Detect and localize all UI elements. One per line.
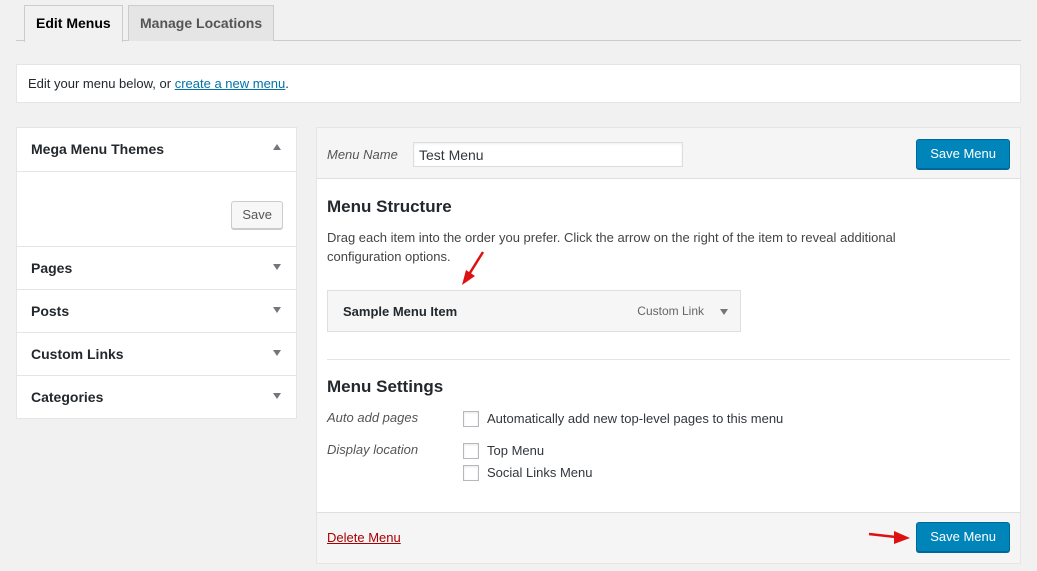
menu-name-label: Menu Name bbox=[327, 147, 398, 162]
chevron-down-icon bbox=[273, 393, 281, 399]
display-location-label: Display location bbox=[327, 442, 419, 457]
accordion-categories[interactable]: Categories bbox=[17, 375, 296, 418]
red-arrow-annotation bbox=[462, 251, 485, 285]
chevron-down-icon bbox=[273, 350, 281, 356]
accordion-label: Mega Menu Themes bbox=[31, 141, 165, 157]
notice-suffix: . bbox=[285, 76, 289, 91]
accordion-pages[interactable]: Pages bbox=[17, 246, 296, 289]
top-menu-checkbox[interactable] bbox=[463, 443, 479, 459]
red-arrow-annotation bbox=[868, 531, 910, 544]
accordion-custom-links[interactable]: Custom Links bbox=[17, 332, 296, 375]
top-menu-text: Top Menu bbox=[487, 443, 545, 458]
menu-management: Menu Name Save Menu Menu Structure Drag … bbox=[316, 127, 1021, 564]
chevron-up-icon bbox=[273, 144, 281, 150]
manage-menus-notice: Edit your menu below, or create a new me… bbox=[16, 64, 1021, 103]
accordion-label: Custom Links bbox=[31, 346, 124, 362]
create-new-menu-link[interactable]: create a new menu bbox=[175, 76, 286, 91]
menu-footer: Delete Menu bbox=[317, 512, 1020, 563]
menu-structure-help: Drag each item into the order you prefer… bbox=[327, 230, 896, 264]
chevron-down-icon bbox=[273, 264, 281, 270]
auto-add-pages-label: Auto add pages bbox=[327, 410, 419, 425]
nav-tab-wrapper: Edit Menus Manage Locations bbox=[16, 5, 1021, 42]
social-links-menu-text: Social Links Menu bbox=[487, 465, 593, 480]
mega-menu-themes-save-button[interactable]: Save bbox=[231, 201, 283, 229]
chevron-down-icon[interactable] bbox=[720, 309, 728, 315]
add-menu-items-sidebar: Mega Menu Themes Save Pages Posts Custom… bbox=[16, 127, 297, 419]
menu-item-type: Custom Link bbox=[637, 304, 704, 318]
auto-add-pages-checkbox[interactable] bbox=[463, 411, 479, 427]
auto-add-pages-text: Automatically add new top-level pages to… bbox=[487, 411, 784, 426]
save-menu-button-top[interactable]: Save Menu bbox=[916, 139, 1010, 169]
chevron-down-icon bbox=[273, 307, 281, 313]
tab-manage-locations[interactable]: Manage Locations bbox=[128, 5, 275, 41]
tab-edit-menus[interactable]: Edit Menus bbox=[24, 5, 123, 42]
menu-item-sample[interactable]: Sample Menu Item Custom Link bbox=[327, 290, 741, 332]
accordion-posts[interactable]: Posts bbox=[17, 289, 296, 332]
accordion-label: Categories bbox=[31, 389, 104, 405]
notice-text: Edit your menu below, or bbox=[28, 76, 175, 91]
menu-header: Menu Name Save Menu bbox=[317, 128, 1020, 179]
menu-settings-title: Menu Settings bbox=[327, 377, 444, 396]
menu-name-input[interactable] bbox=[413, 142, 683, 167]
save-menu-button-bottom[interactable]: Save Menu bbox=[916, 522, 1010, 552]
divider bbox=[327, 359, 1010, 360]
social-links-menu-checkbox[interactable] bbox=[463, 465, 479, 481]
accordion-mega-menu-themes-body: Save bbox=[17, 171, 296, 246]
menu-structure-title: Menu Structure bbox=[327, 197, 452, 216]
menu-item-title: Sample Menu Item bbox=[343, 304, 458, 319]
accordion-mega-menu-themes[interactable]: Mega Menu Themes bbox=[17, 128, 296, 171]
accordion-label: Posts bbox=[31, 303, 70, 319]
accordion-label: Pages bbox=[31, 260, 73, 276]
delete-menu-link[interactable]: Delete Menu bbox=[327, 530, 401, 545]
